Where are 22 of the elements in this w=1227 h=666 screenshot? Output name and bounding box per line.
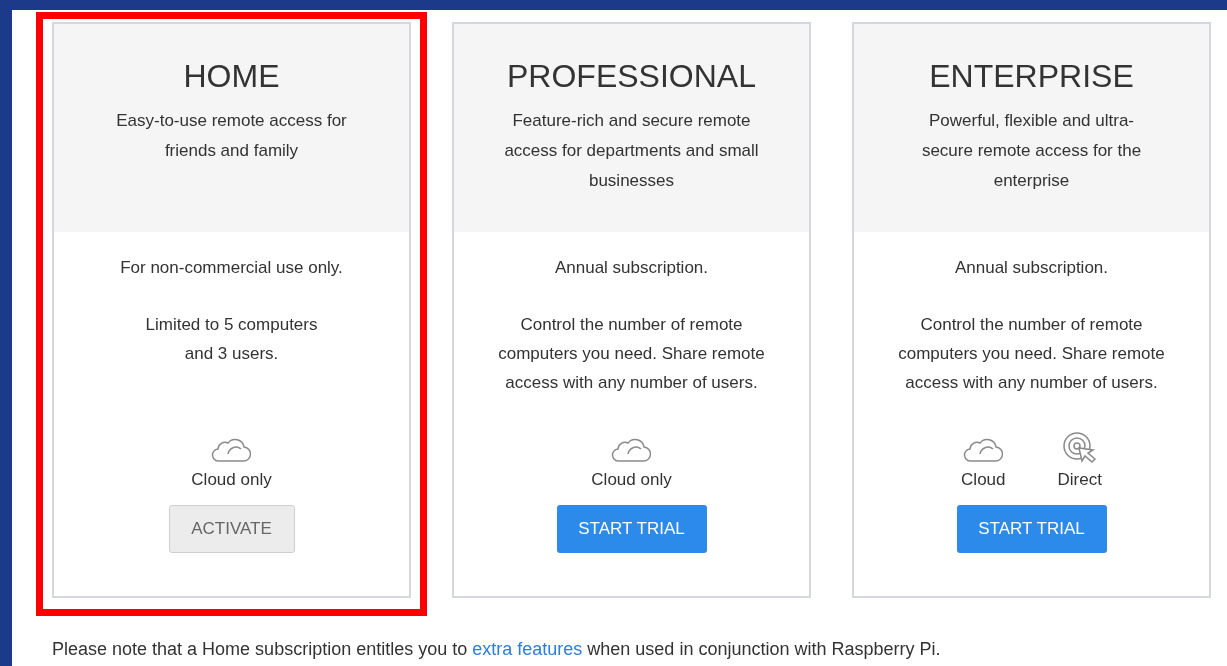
plan-description: Feature-rich and secure remote access for departments and small businesses	[504, 110, 759, 192]
plan-note: Control the number of remote computers you need. Share remote access with any number of users.	[498, 314, 765, 394]
connection-label: Cloud	[961, 469, 1006, 491]
plan-note: Limited to 5 computers and 3 users.	[145, 314, 318, 365]
plan-note: For non-commercial use only.	[120, 257, 343, 279]
plan-description: Powerful, flexible and ultra- secure remote access for the enterprise	[921, 110, 1142, 192]
start-trial-button[interactable]: START TRIAL	[556, 505, 707, 553]
extra-features-link[interactable]: extra features	[472, 639, 583, 659]
plan-note: Annual subscription.	[954, 257, 1109, 279]
target-cursor-icon	[1061, 431, 1098, 463]
plan-description: Easy-to-use remote access for friends and family	[116, 110, 347, 162]
plan-title: PROFESSIONAL	[507, 57, 756, 96]
connection-label: Cloud only	[591, 469, 672, 491]
connection-label: Cloud only	[191, 469, 272, 491]
plan-title: ENTERPRISE	[929, 57, 1134, 96]
activate-button[interactable]: ACTIVATE	[168, 505, 295, 553]
plan-note: Annual subscription.	[554, 257, 709, 279]
plan-title: HOME	[183, 57, 280, 96]
start-trial-button[interactable]: START TRIAL	[956, 505, 1107, 553]
footnote: Please note that a Home subscription entitles you to extra features when used in conjunction with Raspberry Pi.	[52, 638, 942, 661]
connection-label: Direct	[1057, 469, 1102, 491]
plan-note: Control the number of remote computers you need. Share remote access with any number of users.	[898, 314, 1165, 394]
